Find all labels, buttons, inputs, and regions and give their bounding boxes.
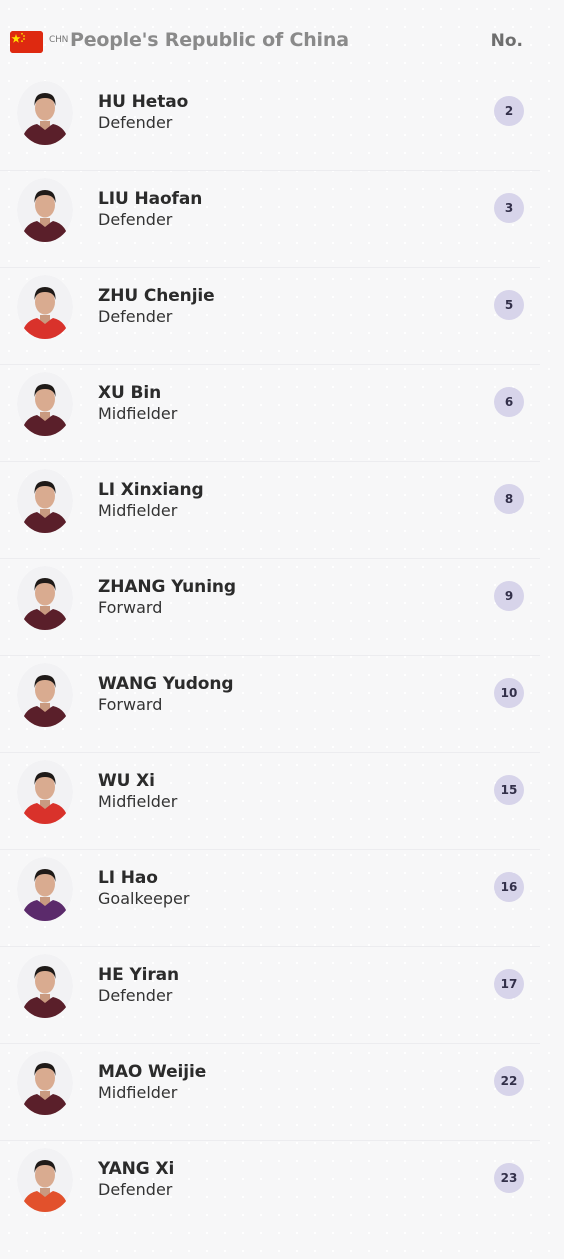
shirt-number-badge: 9 — [494, 581, 524, 611]
player-name[interactable]: HE Yiran — [98, 965, 179, 985]
player-avatar — [17, 857, 73, 921]
number-column-header: No. — [490, 31, 523, 51]
player-position: Forward — [98, 598, 163, 617]
player-position: Defender — [98, 1180, 173, 1199]
shirt-number-badge: 5 — [494, 290, 524, 320]
row-divider — [0, 364, 540, 365]
player-row[interactable]: LI Hao Goalkeeper 16 — [0, 849, 540, 949]
player-row[interactable]: LI Xinxiang Midfielder 8 — [0, 461, 540, 561]
player-name[interactable]: HU Hetao — [98, 92, 188, 112]
row-divider — [0, 752, 540, 753]
player-name[interactable]: WANG Yudong — [98, 674, 234, 694]
player-position: Defender — [98, 307, 173, 326]
player-row[interactable]: LIU Haofan Defender 3 — [0, 170, 540, 270]
row-divider — [0, 946, 540, 947]
player-row[interactable]: HU Hetao Defender 2 — [0, 76, 540, 173]
player-avatar — [17, 372, 73, 436]
shirt-number-badge: 22 — [494, 1066, 524, 1096]
shirt-number-badge: 15 — [494, 775, 524, 805]
player-name[interactable]: WU Xi — [98, 771, 155, 791]
player-position: Defender — [98, 210, 173, 229]
shirt-number-badge: 3 — [494, 193, 524, 223]
player-name[interactable]: LI Hao — [98, 868, 158, 888]
player-name[interactable]: ZHANG Yuning — [98, 577, 236, 597]
player-row[interactable]: WU Xi Midfielder 15 — [0, 752, 540, 852]
row-divider — [0, 267, 540, 268]
player-row[interactable]: MAO Weijie Midfielder 22 — [0, 1043, 540, 1143]
player-avatar — [17, 178, 73, 242]
row-divider — [0, 655, 540, 656]
player-avatar — [17, 275, 73, 339]
player-name[interactable]: LIU Haofan — [98, 189, 202, 209]
player-row[interactable]: ZHANG Yuning Forward 9 — [0, 558, 540, 658]
player-position: Defender — [98, 113, 173, 132]
player-name[interactable]: MAO Weijie — [98, 1062, 206, 1082]
player-position: Goalkeeper — [98, 889, 190, 908]
row-divider — [0, 1140, 540, 1141]
player-row[interactable]: WANG Yudong Forward 10 — [0, 655, 540, 755]
player-position: Midfielder — [98, 501, 178, 520]
player-avatar — [17, 1051, 73, 1115]
player-avatar — [17, 663, 73, 727]
player-name[interactable]: XU Bin — [98, 383, 161, 403]
player-avatar — [17, 1148, 73, 1212]
player-name[interactable]: LI Xinxiang — [98, 480, 204, 500]
row-divider — [0, 1043, 540, 1044]
shirt-number-badge: 16 — [494, 872, 524, 902]
team-header: CHN People's Republic of China No. — [0, 0, 564, 83]
shirt-number-badge: 8 — [494, 484, 524, 514]
player-avatar — [17, 954, 73, 1018]
player-row[interactable]: YANG Xi Defender 23 — [0, 1140, 540, 1240]
player-row[interactable]: ZHU Chenjie Defender 5 — [0, 267, 540, 367]
team-name: People's Republic of China — [70, 29, 349, 51]
player-avatar — [17, 760, 73, 824]
player-name[interactable]: ZHU Chenjie — [98, 286, 215, 306]
player-row[interactable]: HE Yiran Defender 17 — [0, 946, 540, 1046]
shirt-number-badge: 23 — [494, 1163, 524, 1193]
player-position: Midfielder — [98, 1083, 178, 1102]
row-divider — [0, 170, 540, 171]
player-position: Midfielder — [98, 792, 178, 811]
player-name[interactable]: YANG Xi — [98, 1159, 174, 1179]
shirt-number-badge: 10 — [494, 678, 524, 708]
row-divider — [0, 461, 540, 462]
player-position: Defender — [98, 986, 173, 1005]
row-divider — [0, 558, 540, 559]
player-row[interactable]: XU Bin Midfielder 6 — [0, 364, 540, 464]
shirt-number-badge: 17 — [494, 969, 524, 999]
player-position: Forward — [98, 695, 163, 714]
row-divider — [0, 849, 540, 850]
player-avatar — [17, 566, 73, 630]
shirt-number-badge: 2 — [494, 96, 524, 126]
player-avatar — [17, 469, 73, 533]
player-avatar — [17, 81, 73, 145]
player-position: Midfielder — [98, 404, 178, 423]
china-flag-icon — [10, 31, 43, 53]
shirt-number-badge: 6 — [494, 387, 524, 417]
team-code: CHN — [49, 35, 69, 45]
